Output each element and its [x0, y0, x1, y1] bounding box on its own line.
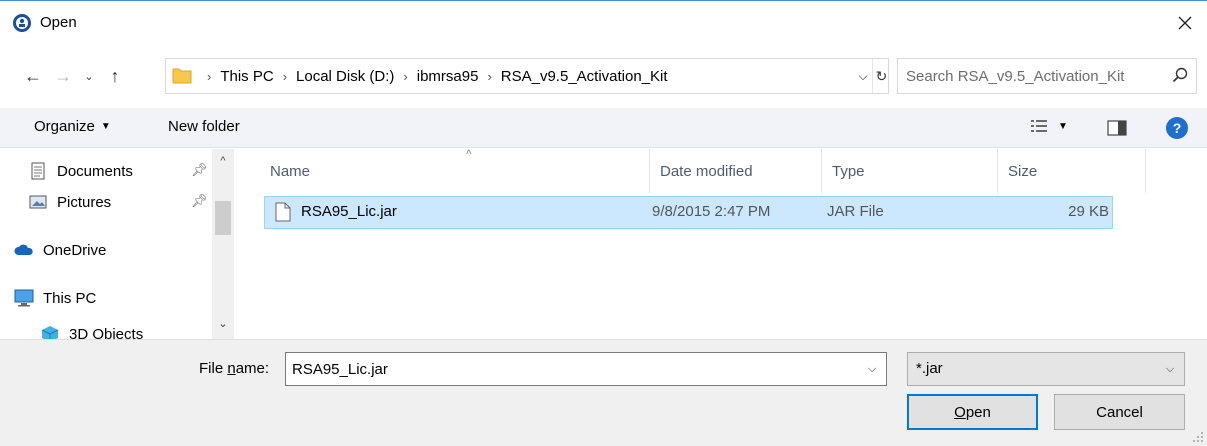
caret-down-icon: ▼: [1058, 120, 1068, 132]
open-label-rest: pen: [965, 403, 991, 421]
scroll-down-icon[interactable]: ⌄: [212, 313, 234, 333]
onedrive-icon: [14, 241, 34, 259]
sort-ascending-icon: ^: [466, 147, 472, 161]
back-arrow-icon: ←: [24, 65, 42, 86]
close-icon: [1178, 16, 1192, 30]
address-history-button[interactable]: ⌵: [854, 59, 872, 93]
pin-icon[interactable]: 📌︎: [191, 193, 208, 209]
bottom-panel: File name: ⌵ *.jar ⌵ Open Cancel: [0, 339, 1207, 446]
search-box[interactable]: [897, 58, 1197, 94]
chevron-right-icon[interactable]: ›: [283, 69, 287, 84]
breadcrumb: › This PC › Local Disk (D:) › ibmrsa95 ›…: [198, 59, 668, 93]
file-date: 9/8/2015 2:47 PM: [652, 203, 771, 220]
documents-icon: [28, 162, 48, 180]
window-title: Open: [40, 14, 77, 31]
folder-icon: [172, 68, 192, 84]
search-input[interactable]: [906, 65, 1161, 87]
pictures-icon: [28, 193, 48, 211]
crumb-ibmrsa95[interactable]: ibmrsa95: [417, 68, 479, 85]
file-type-filter-value: *.jar: [916, 360, 943, 377]
chevron-right-icon[interactable]: ›: [207, 69, 211, 84]
organize-button[interactable]: Organize ▼: [34, 118, 111, 135]
pin-icon[interactable]: 📌︎: [191, 162, 208, 178]
filter-dropdown-button[interactable]: ⌵: [1156, 353, 1184, 385]
file-name: RSA95_Lic.jar: [301, 203, 397, 220]
address-bar[interactable]: › This PC › Local Disk (D:) › ibmrsa95 ›…: [165, 58, 889, 94]
chevron-down-icon: ⌄: [84, 70, 94, 83]
nav-item-label: Pictures: [57, 193, 112, 211]
column-header-label: Date modified: [660, 162, 753, 180]
recent-locations-button[interactable]: ⌄: [76, 63, 102, 89]
organize-label: Organize: [34, 118, 95, 135]
new-folder-button[interactable]: New folder: [168, 118, 240, 135]
refresh-icon: ↻: [875, 67, 888, 84]
up-arrow-icon: ↑: [110, 65, 120, 86]
nav-item-this-pc[interactable]: This PC: [14, 283, 226, 313]
filename-input[interactable]: [292, 359, 852, 379]
column-header-label: Type: [832, 162, 865, 180]
preview-pane-icon[interactable]: [1107, 120, 1127, 136]
file-list: Name ^ Date modified Type Size RSA95_Lic…: [238, 147, 1207, 339]
up-button[interactable]: ↑: [102, 63, 128, 89]
file-type-filter[interactable]: *.jar ⌵: [907, 352, 1185, 386]
this-pc-icon: [14, 289, 34, 307]
command-bar: Organize ▼ New folder ▼ ?: [0, 108, 1207, 148]
chevron-down-icon: ⌵: [1165, 362, 1175, 375]
nav-scrollbar[interactable]: ^ ⌄: [212, 149, 234, 339]
nav-item-label: 3D Objects: [69, 325, 144, 340]
change-view-button[interactable]: ▼: [1030, 118, 1068, 134]
3d-objects-icon: [40, 325, 60, 339]
cancel-button[interactable]: Cancel: [1054, 394, 1185, 430]
column-header-label: Size: [1008, 162, 1038, 180]
chevron-down-icon: ⌵: [867, 362, 877, 375]
crumb-local-disk[interactable]: Local Disk (D:): [296, 68, 394, 85]
back-button[interactable]: ←: [20, 63, 46, 89]
file-row[interactable]: RSA95_Lic.jar 9/8/2015 2:47 PM JAR File …: [264, 196, 1113, 229]
filename-combo[interactable]: ⌵: [285, 352, 887, 386]
chevron-right-icon[interactable]: ›: [403, 69, 407, 84]
crumb-activation-kit[interactable]: RSA_v9.5_Activation_Kit: [501, 68, 668, 85]
app-icon: [13, 14, 31, 32]
forward-button[interactable]: →: [50, 63, 76, 89]
scroll-up-icon[interactable]: ^: [212, 151, 234, 171]
caret-down-icon: ▼: [100, 121, 111, 132]
refresh-button[interactable]: ↻: [872, 59, 890, 93]
nav-item-3d-objects[interactable]: 3D Objects: [40, 319, 238, 339]
filename-label-pre: File: [199, 360, 228, 377]
filename-dropdown-button[interactable]: ⌵: [858, 353, 886, 385]
file-type: JAR File: [827, 203, 884, 220]
nav-item-onedrive[interactable]: OneDrive: [14, 235, 226, 265]
open-button[interactable]: Open: [907, 394, 1038, 430]
chevron-right-icon[interactable]: ›: [487, 69, 491, 84]
file-icon: [275, 202, 291, 222]
nav-item-label: This PC: [43, 289, 97, 307]
close-button[interactable]: [1163, 1, 1207, 45]
column-header-size[interactable]: Size: [998, 149, 1146, 193]
nav-item-label: Documents: [57, 162, 133, 180]
nav-item-label: OneDrive: [43, 241, 107, 259]
scrollbar-thumb[interactable]: [215, 201, 231, 235]
filename-label-accel: n: [227, 360, 236, 377]
crumb-this-pc[interactable]: This PC: [220, 68, 273, 85]
help-button[interactable]: ?: [1166, 117, 1188, 139]
forward-arrow-icon: →: [54, 65, 72, 86]
title-bar: Open: [0, 0, 1207, 44]
search-icon: [1172, 67, 1188, 83]
filename-label: File name:: [199, 360, 269, 377]
column-header-type[interactable]: Type: [822, 149, 998, 193]
filename-label-post: ame:: [235, 360, 270, 377]
file-size: 29 KB: [1068, 203, 1109, 220]
column-header-name[interactable]: Name ^: [260, 147, 650, 193]
column-header-label: Name: [270, 162, 311, 180]
view-details-icon: [1031, 120, 1047, 132]
open-label-accel: O: [954, 403, 966, 421]
navigation-pane: Documents 📌︎ Pictures 📌︎ OneDrive This P…: [0, 149, 238, 339]
chevron-down-icon: ⌵: [858, 68, 868, 83]
resize-grip-icon[interactable]: [1192, 431, 1204, 443]
column-header-date[interactable]: Date modified: [650, 149, 822, 193]
address-row: ← → ⌄ ↑ › This PC › Local Disk (D:) › ib…: [0, 55, 1207, 99]
